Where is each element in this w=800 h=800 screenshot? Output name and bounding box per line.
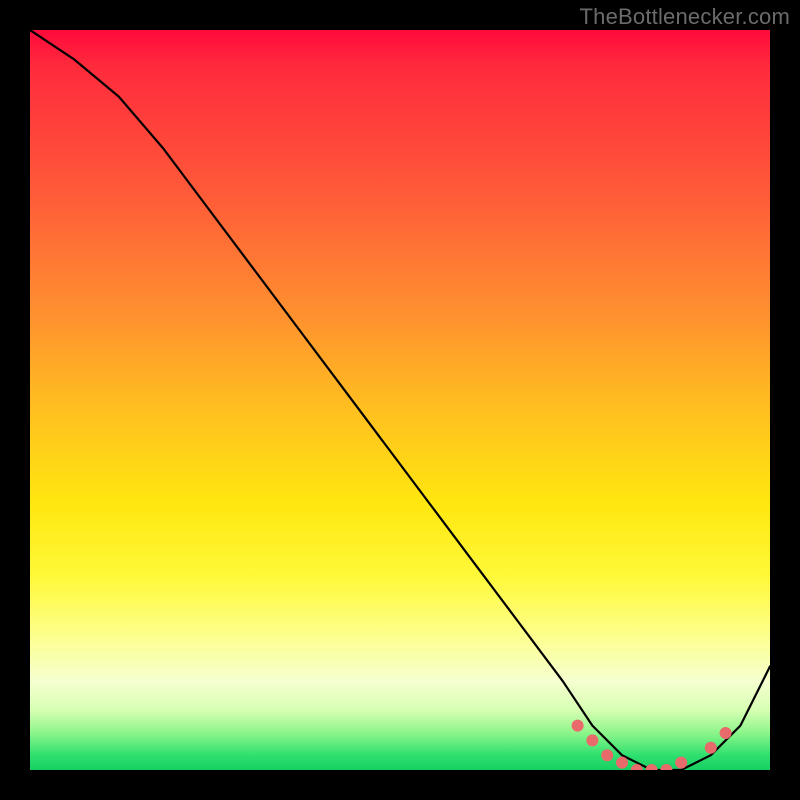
chart-frame: TheBottlenecker.com (0, 0, 800, 800)
highlight-dot (675, 757, 687, 769)
watermark-text: TheBottlenecker.com (580, 4, 790, 30)
chart-svg (30, 30, 770, 770)
highlight-dot (601, 749, 613, 761)
highlight-dot (572, 720, 584, 732)
bottleneck-curve-path (30, 30, 770, 770)
highlight-dot (705, 742, 717, 754)
highlight-dot (646, 764, 658, 770)
highlight-dot (616, 757, 628, 769)
highlight-dot (586, 734, 598, 746)
highlight-dots-group (572, 720, 732, 770)
highlight-dot (660, 764, 672, 770)
highlight-dot (720, 727, 732, 739)
